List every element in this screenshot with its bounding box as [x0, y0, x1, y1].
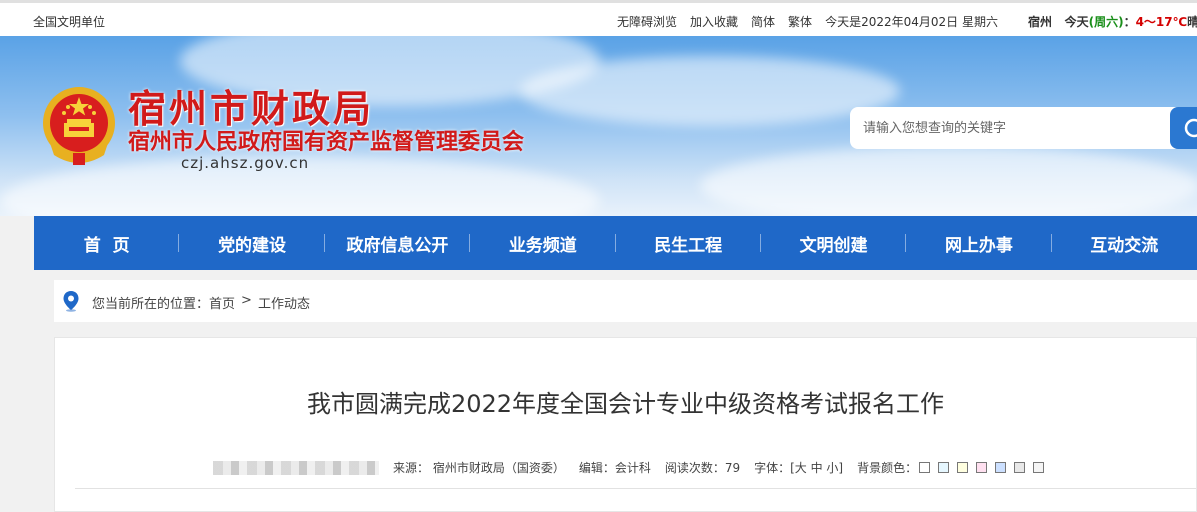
bg-swatch-7[interactable]	[1033, 462, 1045, 473]
article-read-count: 阅读次数：79	[664, 461, 741, 475]
header-banner: 宿州市财政局 宿州市人民政府国有资产监督管理委员会 czj.ahsz.gov.c…	[0, 36, 1197, 216]
bg-swatch-5[interactable]	[995, 462, 1007, 473]
article-editor: 编辑：会计科	[578, 461, 651, 475]
meta-divider	[75, 488, 1196, 489]
breadcrumb-prefix: 您当前所在的位置：	[92, 297, 210, 312]
bg-swatch-4[interactable]	[976, 462, 988, 473]
nav-item-interaction[interactable]: 互动交流	[1052, 216, 1197, 270]
nav-item-party[interactable]: 党的建设	[179, 216, 326, 270]
nav-item-livelihood[interactable]: 民生工程	[616, 216, 762, 270]
breadcrumb: 您当前所在的位置： 首页 > 工作动态	[54, 280, 1197, 322]
article-meta: 来源： 宿州市财政局（国资委） 编辑：会计科 阅读次数：79 字体：[大 中 小…	[213, 459, 1045, 476]
weather-today: 今天	[1064, 15, 1089, 29]
article-source: 来源： 宿州市财政局（国资委）	[393, 461, 565, 475]
blurred-date	[213, 460, 379, 475]
weather-colon: ：	[1123, 15, 1136, 29]
search-icon	[1184, 118, 1197, 138]
weather-temp: 4～17℃	[1135, 15, 1188, 29]
font-size-control[interactable]: 字体：[大 中 小]	[754, 459, 843, 476]
nav-item-online-service[interactable]: 网上办事	[906, 216, 1053, 270]
nav-item-home[interactable]: 首 页	[34, 216, 180, 270]
national-emblem-icon	[43, 87, 115, 165]
article-title: 我市圆满完成2022年度全国会计专业中级资格考试报名工作	[306, 390, 945, 418]
weather-widget: 宿州 今天(周六)：4～17℃晴	[1028, 13, 1197, 30]
accessibility-link[interactable]: 无障碍浏览	[617, 13, 677, 30]
bg-color-label: 背景颜色：	[857, 461, 918, 475]
weather-day: (周六)	[1088, 15, 1124, 29]
breadcrumb-current[interactable]: 工作动态	[258, 293, 310, 312]
nav-item-business[interactable]: 业务频道	[470, 216, 616, 270]
site-subtitle: 宿州市人民政府国有资产监督管理委员会	[128, 130, 525, 155]
location-pin-icon	[63, 291, 79, 312]
add-favorite-link[interactable]: 加入收藏	[690, 13, 738, 30]
bg-swatch-1[interactable]	[919, 462, 931, 473]
weather-condition: 晴	[1187, 15, 1197, 29]
top-bar: 全国文明单位 无障碍浏览 加入收藏 简体 繁体 今天是2022年04月02日 星…	[0, 0, 1197, 36]
main-nav: 首 页 党的建设 政府信息公开 业务频道 民生工程 文明创建 网上办事 互动交流	[34, 216, 1197, 270]
weather-city: 宿州	[1028, 15, 1053, 29]
breadcrumb-home[interactable]: 首页	[209, 293, 235, 312]
site-domain: czj.ahsz.gov.cn	[181, 154, 310, 172]
simplified-link[interactable]: 简体	[751, 13, 775, 30]
article-panel: 我市圆满完成2022年度全国会计专业中级资格考试报名工作 来源： 宿州市财政局（…	[54, 337, 1197, 512]
bg-swatch-6[interactable]	[1014, 462, 1026, 473]
search-box	[850, 107, 1180, 149]
search-button[interactable]	[1170, 107, 1197, 149]
breadcrumb-separator: >	[241, 293, 252, 308]
date-label: 今天是2022年04月02日 星期六	[825, 15, 998, 29]
civilized-unit-label: 全国文明单位	[33, 15, 106, 29]
search-input[interactable]	[850, 107, 1160, 149]
nav-item-gov-info[interactable]: 政府信息公开	[325, 216, 471, 270]
traditional-link[interactable]: 繁体	[788, 13, 812, 30]
bg-swatch-2[interactable]	[938, 462, 950, 473]
bg-swatch-3[interactable]	[957, 462, 969, 473]
top-links: 无障碍浏览 加入收藏 简体 繁体 今天是2022年04月02日 星期六	[617, 13, 1011, 30]
nav-item-civilization[interactable]: 文明创建	[761, 216, 907, 270]
